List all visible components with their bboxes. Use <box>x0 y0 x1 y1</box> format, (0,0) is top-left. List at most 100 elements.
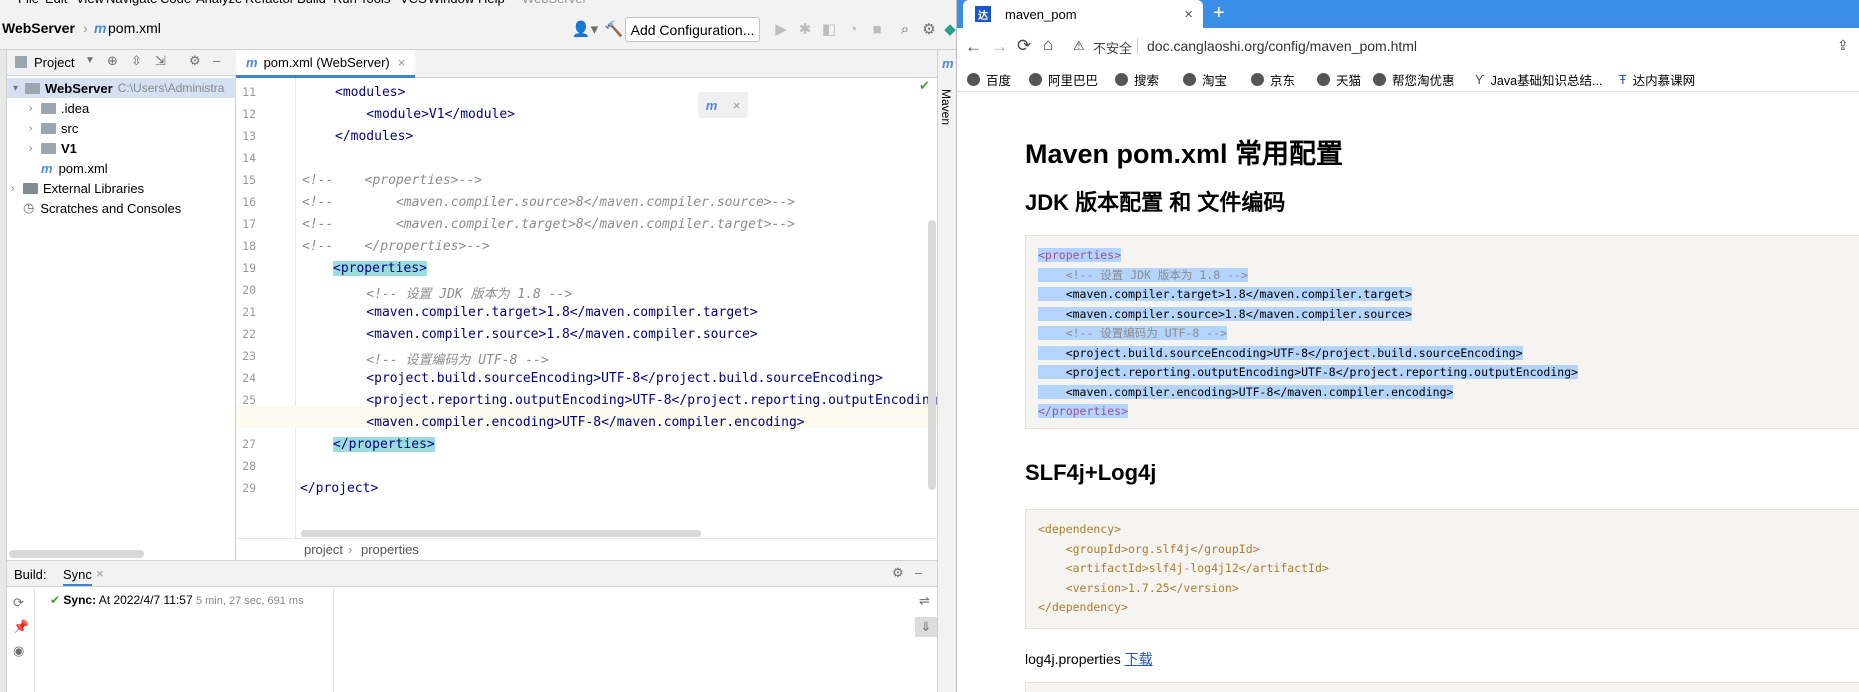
line-number: 20 <box>242 283 256 297</box>
home-icon[interactable]: ⌂ <box>1043 35 1053 55</box>
chevron-right-icon: › <box>83 20 88 36</box>
close-icon[interactable]: × <box>96 566 104 581</box>
bookmark-item[interactable]: 京东 <box>1251 70 1295 89</box>
tree-item-v1[interactable]: › V1 <box>29 138 77 158</box>
project-panel-title[interactable]: Project <box>34 55 74 70</box>
back-icon[interactable]: ← <box>965 37 982 57</box>
gear-icon[interactable]: ⚙ <box>892 565 904 581</box>
code-block-jdk[interactable]: <properties> <!-- 设置 JDK 版本为 1.8 --> <ma… <box>1025 235 1859 429</box>
plugin-icon[interactable]: ◆ <box>940 19 956 39</box>
coverage-icon[interactable]: ◧ <box>819 19 839 39</box>
bookmark-item[interactable]: 天猫 <box>1317 70 1361 89</box>
reload-icon[interactable]: ⟳ <box>1017 36 1031 56</box>
gear-icon[interactable]: ⚙ <box>919 19 939 39</box>
bookmark-item[interactable]: 搜索 <box>1115 70 1159 89</box>
code-line[interactable]: <properties> <box>333 261 427 276</box>
code-line[interactable]: <project.build.sourceEncoding>UTF-8</pro… <box>335 371 883 386</box>
bookmark-item[interactable]: 淘宝 <box>1183 70 1227 89</box>
nav-project[interactable]: WebServer <box>2 20 75 36</box>
horizontal-scrollbar[interactable] <box>301 530 701 537</box>
code-line[interactable]: <module>V1</module> <box>335 107 515 122</box>
code-line[interactable]: <!-- 设置 JDK 版本为 1.8 --> <box>335 283 572 302</box>
maven-reload-icon[interactable]: m <box>706 98 718 113</box>
tab-sync[interactable]: Sync <box>63 567 92 586</box>
code-line[interactable]: </properties> <box>333 437 435 452</box>
chevron-right-icon[interactable]: › <box>11 183 23 194</box>
chevron-right-icon[interactable]: › <box>29 123 41 134</box>
code-line[interactable]: <maven.compiler.target>1.8</maven.compil… <box>335 305 757 320</box>
chevron-down-icon[interactable]: ▼ <box>85 55 95 66</box>
add-configuration-button[interactable]: Add Configuration... <box>625 17 760 42</box>
close-icon[interactable]: × <box>1184 6 1193 23</box>
editor-tab[interactable]: m pom.xml (WebServer) × <box>236 50 416 78</box>
maven-icon[interactable]: m <box>942 56 954 71</box>
maven-reload-popup[interactable]: m × <box>698 92 748 118</box>
tree-item-external-libraries[interactable]: › External Libraries <box>11 178 144 198</box>
code-line[interactable]: <!-- <maven.compiler.target>8</maven.com… <box>302 217 795 232</box>
bookmark-item[interactable]: 百度 <box>967 70 1011 89</box>
close-icon[interactable]: × <box>398 55 406 70</box>
line-number: 22 <box>242 327 256 341</box>
code-line[interactable]: <maven.compiler.encoding>UTF-8</maven.co… <box>335 415 804 430</box>
hammer-icon[interactable]: 🔨 <box>604 19 624 39</box>
security-label[interactable]: 不安全 <box>1093 38 1132 57</box>
wrap-icon[interactable]: ⇌ <box>919 593 930 609</box>
refresh-icon[interactable]: ⟳ <box>13 595 24 611</box>
breadcrumb-item[interactable]: project <box>304 542 343 557</box>
eye-icon[interactable]: ◉ <box>13 643 24 659</box>
warning-icon[interactable]: ⚠ <box>1073 38 1085 54</box>
tree-item-scratches[interactable]: ◷ Scratches and Consoles <box>23 198 181 218</box>
run-icon[interactable]: ▶ <box>771 19 791 39</box>
profile-icon[interactable]: ◔ <box>843 19 863 39</box>
code-line[interactable]: <!-- </properties>--> <box>302 239 490 254</box>
horizontal-scrollbar[interactable] <box>9 550 144 558</box>
collapse-all-icon[interactable]: ⇲ <box>155 53 166 69</box>
bookmark-item[interactable]: 阿里巴巴 <box>1029 70 1098 89</box>
scroll-to-end-icon[interactable]: ⇓ <box>915 617 937 637</box>
code-line[interactable]: <!-- 设置编码为 UTF-8 --> <box>335 349 548 368</box>
locate-icon[interactable]: ⊕ <box>107 53 118 69</box>
code-line[interactable]: </modules> <box>335 129 413 144</box>
tree-item-webserver[interactable]: ▾ WebServer C:\Users\Administra <box>7 78 236 98</box>
pin-icon[interactable]: 📌 <box>13 619 29 635</box>
tree-item-idea[interactable]: › .idea <box>29 98 89 118</box>
search-icon[interactable]: ⌕ <box>895 19 915 39</box>
code-line[interactable]: <!-- <maven.compiler.source>8</maven.com… <box>302 195 795 210</box>
checkmark-icon: ✔ <box>919 78 930 93</box>
stop-icon[interactable]: ■ <box>867 19 887 39</box>
minimize-icon[interactable]: – <box>915 565 922 580</box>
code-line[interactable]: <maven.compiler.source>1.8</maven.compil… <box>335 327 757 342</box>
close-icon[interactable]: × <box>733 98 741 113</box>
bookmark-item[interactable]: 帮您淘优惠 <box>1373 70 1455 89</box>
bookmark-item[interactable]: ϒ Java基础知识总结... <box>1475 70 1602 89</box>
tree-item-pom[interactable]: m pom.xml <box>41 158 108 178</box>
expand-all-icon[interactable]: ⇳ <box>131 53 142 69</box>
user-icon[interactable]: 👤▾ <box>571 19 599 39</box>
download-link[interactable]: 下载 <box>1125 651 1153 667</box>
code-line[interactable]: <project.reporting.outputEncoding>UTF-8<… <box>335 393 945 408</box>
vertical-scrollbar[interactable] <box>928 220 936 490</box>
forward-icon[interactable]: → <box>991 37 1008 57</box>
browser-tab[interactable]: 达 maven_pom × <box>963 0 1203 28</box>
bookmark-item[interactable]: Ŧ 达内慕课网 <box>1619 70 1695 89</box>
maven-tool-label[interactable]: Maven <box>939 89 953 125</box>
url-input[interactable]: doc.canglaoshi.org/config/maven_pom.html <box>1147 38 1417 54</box>
chevron-right-icon[interactable]: › <box>29 143 41 154</box>
tree-item-src[interactable]: › src <box>29 118 78 138</box>
nav-file[interactable]: pom.xml <box>108 20 161 36</box>
share-icon[interactable]: ⇪ <box>1837 37 1849 54</box>
code-line[interactable]: <!-- <properties>--> <box>302 173 482 188</box>
breadcrumb-item[interactable]: properties <box>361 542 419 557</box>
minimize-icon[interactable]: – <box>213 53 220 68</box>
debug-icon[interactable]: ✱ <box>795 19 815 39</box>
code-line[interactable]: </project> <box>300 481 378 496</box>
chevron-down-icon[interactable]: ▾ <box>13 83 25 94</box>
new-tab-icon[interactable]: + <box>1213 2 1225 25</box>
code-block-log[interactable]: <dependency> <groupId>org.slf4j</groupId… <box>1025 509 1859 629</box>
sync-status[interactable]: ✔ Sync: At 2022/4/7 11:57 5 min, 27 sec,… <box>50 593 304 607</box>
code-line[interactable]: <modules> <box>335 85 405 100</box>
code-line: <!-- 设置 JDK 版本为 1.8 --> <box>1038 267 1248 282</box>
chevron-right-icon[interactable]: › <box>29 103 41 114</box>
gear-icon[interactable]: ⚙ <box>189 53 201 69</box>
code-line: <version>1.7.25</version> <box>1038 580 1239 595</box>
